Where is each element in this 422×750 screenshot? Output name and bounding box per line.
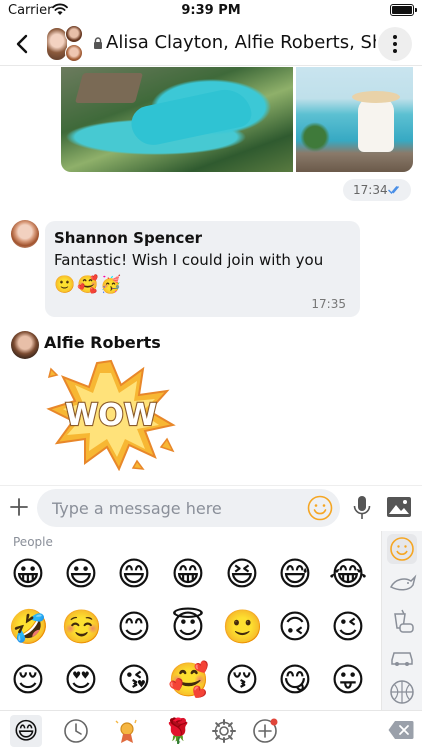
emoji-tab-bar: 😄 🌹 [0, 710, 422, 750]
plus-icon[interactable] [7, 495, 31, 519]
smiley-icon[interactable] [387, 534, 417, 564]
backspace-icon[interactable] [388, 720, 414, 740]
recent-clock-icon[interactable] [60, 715, 92, 747]
emoji-grinning[interactable]: 😀 [8, 554, 48, 594]
emoji-wink[interactable]: 😉 [328, 607, 368, 647]
emoji-kissing-heart[interactable]: 😘 [114, 660, 154, 700]
dot-icon [393, 42, 397, 46]
avatar-alfie [65, 25, 83, 43]
photo-hat [352, 91, 400, 103]
emoji-laughing[interactable]: 😆 [222, 554, 262, 594]
chat-header: Alisa Clayton, Alfie Roberts, Shannon Sp… [0, 22, 422, 66]
avatar-shannon [65, 44, 83, 62]
photo-timestamp: 17:34 [343, 179, 411, 201]
add-sticker-icon[interactable] [249, 715, 281, 747]
lock-icon [94, 37, 102, 49]
car-icon[interactable] [387, 642, 417, 672]
photo-roof [74, 73, 144, 103]
message-emojis: 🙂🥰🥳 [54, 275, 124, 295]
avatar[interactable] [11, 331, 39, 359]
read-ticks-icon [388, 186, 400, 195]
settings-gear-icon[interactable] [208, 715, 240, 747]
chat-title[interactable]: Alisa Clayton, Alfie Roberts, Shannon Sp… [106, 32, 376, 53]
composer-bar [0, 485, 422, 531]
award-icon[interactable] [111, 715, 143, 747]
more-menu-button[interactable] [378, 27, 412, 61]
tab-emoji[interactable]: 😄 [10, 715, 42, 747]
back-chevron-icon[interactable] [8, 28, 36, 60]
dot-icon [393, 35, 397, 39]
food-icon[interactable] [387, 606, 417, 636]
emoji-heart-eyes[interactable]: 😍 [61, 660, 101, 700]
photo-person [358, 97, 394, 152]
battery-icon [390, 4, 417, 16]
gallery-icon[interactable] [386, 496, 412, 518]
emoji-rofl[interactable]: 🤣 [8, 607, 49, 647]
clock: 9:39 PM [181, 3, 241, 18]
emoji-slight-smile[interactable]: 🙂 [222, 607, 263, 647]
dot-icon [393, 49, 397, 53]
sender-name: Alfie Roberts [44, 333, 161, 352]
emoji-section-label: People [13, 535, 53, 549]
message-time: 17:35 [311, 297, 346, 311]
status-bar: Carrier 9:39 PM [0, 0, 422, 22]
photo-plant [300, 122, 330, 152]
emoji-toggle-icon[interactable] [307, 495, 333, 521]
photo-time-label: 17:34 [353, 183, 388, 197]
microphone-icon[interactable] [351, 494, 373, 522]
emoji-grin[interactable]: 😁 [168, 554, 208, 594]
emoji-yum[interactable]: 😋 [275, 660, 315, 700]
rose-tab[interactable]: 🌹 [162, 715, 194, 747]
emoji-innocent[interactable]: 😇 [168, 607, 208, 647]
beach-photo[interactable] [296, 67, 413, 172]
resort-photo[interactable] [61, 67, 293, 172]
photo-pool [128, 84, 254, 150]
emoji-blush[interactable]: 😊 [114, 607, 154, 647]
emoji-tongue[interactable]: 😛 [328, 660, 368, 700]
message-input[interactable] [37, 489, 340, 527]
emoji-upside-down[interactable]: 🙃 [275, 607, 315, 647]
animal-icon[interactable] [387, 569, 417, 599]
ball-icon[interactable] [387, 677, 417, 707]
emoji-category-rail [381, 531, 422, 710]
emoji-joy[interactable]: 😂 [328, 554, 368, 594]
wow-sticker[interactable]: WOW [45, 359, 177, 471]
emoji-hearts-face[interactable]: 🥰 [168, 660, 209, 700]
message-text: Fantastic! Wish I could join with you [54, 251, 324, 269]
sticker-text: WOW [65, 398, 157, 433]
avatar[interactable] [11, 220, 39, 248]
emoji-kissing-closed-eyes[interactable]: 😚 [222, 660, 262, 700]
emoji-relaxed[interactable]: ☺️ [61, 607, 102, 647]
emoji-panel: People 😀 😃 😄 😁 😆 😅 😂 🤣 ☺️ 😊 😇 🙂 🙃 😉 😌 😍 … [0, 531, 422, 710]
message-list: 17:34 Shannon Spencer Fantastic! Wish I … [0, 67, 422, 485]
sender-name: Shannon Spencer [54, 229, 203, 247]
emoji-relieved[interactable]: 😌 [8, 660, 48, 700]
group-avatar[interactable] [46, 25, 84, 63]
emoji-sweat-smile[interactable]: 😅 [275, 554, 315, 594]
message-bubble[interactable]: Shannon Spencer Fantastic! Wish I could … [45, 221, 360, 317]
emoji-smiley[interactable]: 😃 [61, 554, 101, 594]
emoji-smile[interactable]: 😄 [114, 554, 154, 594]
